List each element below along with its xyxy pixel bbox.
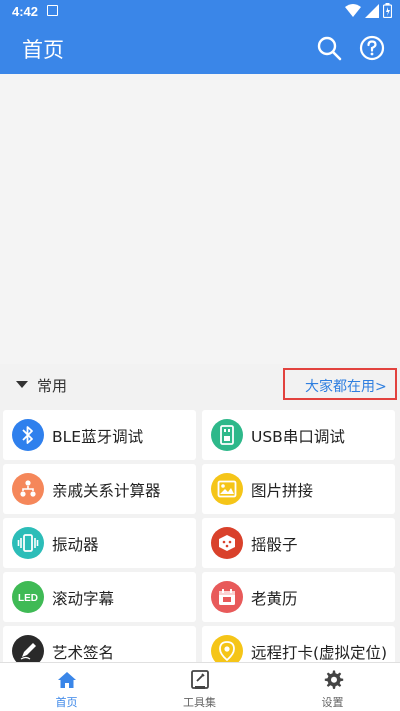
image-stitch-icon	[211, 473, 243, 505]
led-icon: LED	[12, 581, 44, 613]
tool-label: 图片拼接	[251, 482, 314, 500]
section-label: 常用	[37, 377, 68, 395]
app-bar: 首页	[0, 22, 400, 74]
system-icons	[345, 3, 392, 18]
home-icon	[58, 672, 76, 688]
banner-area	[0, 74, 400, 364]
tool-card[interactable]: 振动器	[3, 518, 196, 568]
section-header: 常用 大家都在用>	[0, 366, 400, 404]
tool-card[interactable]: 摇骰子	[202, 518, 395, 568]
tool-card[interactable]: LED 滚动字幕	[3, 572, 196, 622]
nav-home[interactable]: 首页	[0, 663, 133, 711]
toolbox-icon	[191, 670, 209, 689]
settings-gear-icon	[324, 670, 344, 689]
svg-text:LED: LED	[18, 593, 38, 604]
usb-serial-icon	[211, 419, 243, 451]
nav-toolbox-label: 工具集	[183, 696, 216, 709]
status-time: 4:42	[12, 4, 39, 19]
tool-card[interactable]: USB串口调试	[202, 410, 395, 460]
vibrate-icon	[12, 527, 44, 559]
bottom-navigation: 首页 工具集 设置	[0, 662, 400, 711]
nav-toolbox[interactable]: 工具集	[133, 663, 266, 711]
search-icon	[317, 36, 342, 61]
family-tree-icon	[12, 473, 44, 505]
signal-icon	[365, 3, 379, 18]
tool-label: BLE蓝牙调试	[52, 428, 144, 446]
notification-icon	[47, 5, 58, 16]
battery-icon	[383, 3, 392, 18]
tool-label: USB串口调试	[251, 428, 345, 446]
wifi-icon	[345, 3, 361, 17]
nav-home-label: 首页	[55, 696, 78, 709]
tool-label: 亲戚关系计算器	[52, 482, 161, 500]
tool-card[interactable]: 图片拼接	[202, 464, 395, 514]
tool-label: 滚动字幕	[52, 590, 115, 608]
page-title: 首页	[22, 38, 64, 62]
tool-label: 摇骰子	[251, 536, 298, 554]
nav-settings[interactable]: 设置	[266, 663, 399, 711]
nav-settings-label: 设置	[321, 696, 344, 709]
bluetooth-icon	[12, 419, 44, 451]
search-button[interactable]	[316, 35, 342, 61]
help-icon	[359, 35, 385, 61]
tool-label: 远程打卡(虚拟定位)	[251, 644, 388, 662]
help-button[interactable]	[359, 35, 385, 61]
collapse-arrow-icon[interactable]	[16, 381, 28, 388]
tool-label: 艺术签名	[52, 644, 115, 662]
popular-tools-link[interactable]: 大家都在用>	[283, 368, 397, 400]
dice-icon	[211, 527, 243, 559]
tool-label: 老黄历	[251, 590, 298, 608]
tool-card[interactable]: 亲戚关系计算器	[3, 464, 196, 514]
calendar-icon	[211, 581, 243, 613]
status-bar: 4:42	[0, 0, 400, 22]
tool-card[interactable]: 老黄历	[202, 572, 395, 622]
tool-label: 振动器	[52, 536, 99, 554]
tool-card[interactable]: BLE蓝牙调试	[3, 410, 196, 460]
